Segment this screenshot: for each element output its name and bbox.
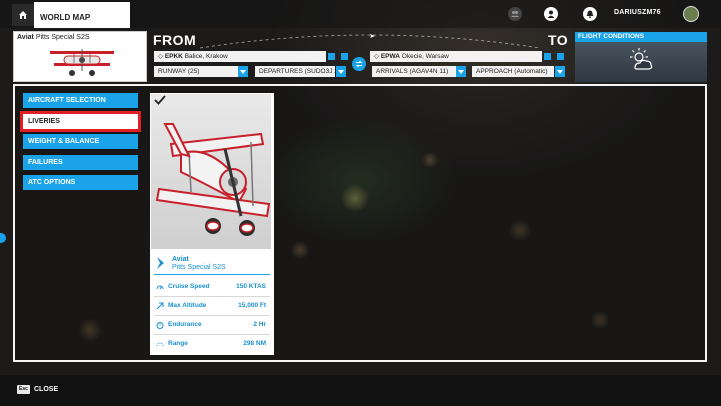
stat-label: Endurance (168, 321, 202, 328)
flight-conditions-title: FLIGHT CONDITIONS (575, 32, 707, 42)
aircraft-card-title: Aviat Pitts Special S2S (17, 34, 90, 41)
aircraft-thumbnail (50, 49, 114, 76)
stat-cruise-speed: Cruise Speed 150 KTAS (154, 280, 270, 294)
livery-card[interactable]: Aviat Pitts Special S2S Cruise Speed 150… (150, 93, 274, 355)
username: DARIUSZM76 (614, 9, 661, 16)
departure-name: Balice, Krakow (184, 53, 228, 60)
departure-info-icon[interactable] (328, 53, 335, 60)
arrivals-dropdown-button[interactable] (456, 66, 466, 77)
departures-dropdown-button[interactable] (336, 66, 346, 77)
range-gauge-icon (156, 342, 164, 347)
aircraft-livery-illustration (155, 123, 271, 236)
altitude-arrow-icon (156, 302, 164, 310)
pin-icon: ◇ (158, 53, 163, 60)
pin-icon: ◇ (374, 53, 379, 60)
route-arc-icon (200, 34, 540, 49)
stat-label: Range (168, 340, 188, 347)
arrival-info-icon[interactable] (544, 53, 551, 60)
departures-select[interactable]: DEPARTURES (SUDO3J 25) (255, 66, 335, 77)
friends-button[interactable] (508, 7, 522, 21)
close-button[interactable]: CLOSE (34, 385, 58, 394)
notifications-button[interactable] (583, 7, 597, 21)
selected-aircraft-card[interactable]: Aviat Pitts Special S2S (13, 31, 147, 82)
from-label: FROM (153, 32, 197, 48)
esc-key-badge: Esc (17, 385, 30, 394)
arrival-name: Okecie, Warsaw (401, 53, 449, 60)
menu-item-aircraft-selection[interactable]: AIRCRAFT SELECTION (23, 93, 138, 108)
divider (154, 315, 270, 316)
stat-range: Range 298 NM (154, 337, 270, 351)
stat-label: Cruise Speed (168, 283, 210, 290)
chevron-down-icon (338, 69, 344, 74)
runway-select[interactable]: RUNWAY (25) (154, 66, 240, 77)
avatar[interactable] (683, 6, 699, 22)
home-icon (19, 11, 27, 19)
stat-max-altitude: Max Altitude 15,000 Ft (154, 299, 270, 313)
approach-dropdown-button[interactable] (555, 66, 565, 77)
stat-value: 150 KTAS (236, 283, 266, 290)
departure-list-icon[interactable] (341, 53, 348, 60)
sun-cloud-icon (630, 48, 653, 70)
arrival-code: EPWA (380, 53, 400, 60)
user-icon (547, 10, 555, 18)
bell-icon (586, 10, 594, 19)
menu-item-atc-options[interactable]: ATC OPTIONS (23, 175, 138, 190)
aircraft-maker: Aviat (17, 34, 34, 41)
checkmark-icon (154, 95, 166, 105)
people-icon (511, 11, 519, 17)
runway-dropdown-button[interactable] (238, 66, 248, 77)
stat-value: 2 Hr (253, 321, 266, 328)
divider (154, 274, 270, 275)
tab-world-map[interactable]: WORLD MAP (34, 2, 130, 28)
bottom-bar: Esc CLOSE (0, 375, 721, 406)
top-bar: WORLD MAP DARIUSZM76 (0, 0, 721, 28)
flight-conditions-panel[interactable]: FLIGHT CONDITIONS (575, 32, 707, 82)
divider (154, 334, 270, 335)
arrivals-select[interactable]: ARRIVALS (AGAV4N 11) (372, 66, 456, 77)
menu-item-failures[interactable]: FAILURES (23, 155, 138, 170)
swap-icon (355, 60, 363, 68)
livery-model: Pitts Special S2S (172, 264, 226, 271)
menu-item-liveries[interactable]: LIVERIES (20, 111, 141, 132)
to-label: TO (548, 32, 569, 48)
speedometer-icon (156, 285, 164, 290)
divider (154, 296, 270, 297)
chevron-right-icon (157, 257, 164, 269)
chevron-down-icon (240, 69, 246, 74)
menu-item-weight-balance[interactable]: WEIGHT & BALANCE (23, 134, 138, 149)
stopwatch-icon (156, 322, 164, 329)
livery-image (151, 94, 271, 249)
approach-select[interactable]: APPROACH (Automatic) (472, 66, 554, 77)
stat-label: Max Altitude (168, 302, 207, 309)
stat-endurance: Endurance 2 Hr (154, 318, 270, 332)
aircraft-model: Pitts Special S2S (35, 34, 90, 41)
stat-value: 298 NM (243, 340, 266, 347)
arrival-list-icon[interactable] (557, 53, 564, 60)
stat-value: 15,000 Ft (238, 302, 266, 309)
livery-name-block: Aviat Pitts Special S2S (154, 253, 270, 273)
home-button[interactable] (12, 4, 34, 26)
arrival-airport-field[interactable]: ◇ EPWA Okecie, Warsaw (370, 51, 542, 62)
chevron-down-icon (557, 69, 563, 74)
chevron-down-icon (458, 69, 464, 74)
swap-airports-button[interactable] (352, 57, 366, 71)
departure-airport-field[interactable]: ◇ EPKK Balice, Krakow (154, 51, 326, 62)
departure-code: EPKK (164, 53, 183, 60)
profile-button[interactable] (544, 7, 558, 21)
livery-maker: Aviat (172, 256, 189, 263)
